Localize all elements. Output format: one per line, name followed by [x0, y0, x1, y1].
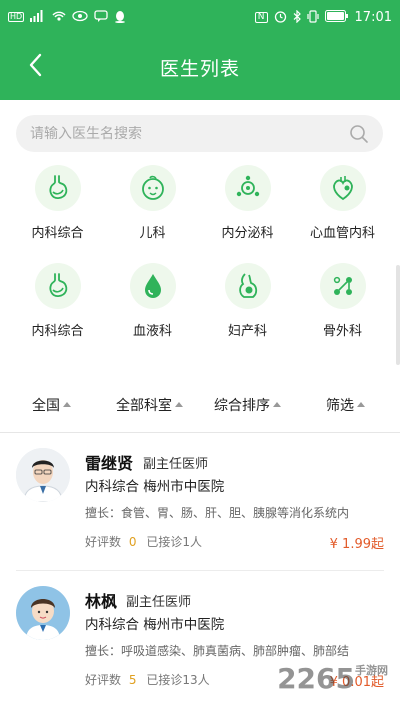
- sort-triangle-icon: [63, 401, 71, 407]
- consult-count: 已接诊1人: [146, 535, 202, 549]
- department-item[interactable]: 骨外科: [295, 263, 390, 339]
- pregnancy-icon: [224, 263, 271, 309]
- sort-triangle-icon: [273, 401, 281, 407]
- department-label: 骨外科: [322, 324, 362, 339]
- department-item[interactable]: 内科综合: [10, 263, 105, 339]
- doctor-name: 雷继贤: [85, 454, 134, 473]
- doctor-hospital: 内科综合 梅州市中医院: [85, 479, 225, 495]
- wifi-hotspot-icon: [52, 10, 66, 24]
- stomach-icon: [34, 263, 81, 309]
- scroll-indicator[interactable]: [396, 265, 400, 365]
- consult-count: 已接诊13人: [146, 673, 210, 687]
- filter-bar: 全国 全部科室 综合排序 筛选: [0, 390, 400, 420]
- doctor-stats: 好评数 0 已接诊1人: [85, 533, 202, 550]
- blood-drop-icon: [129, 263, 176, 309]
- alarm-icon: [274, 10, 287, 25]
- doctor-title: 副主任医师: [126, 595, 192, 610]
- status-left-icons: HD: [8, 10, 126, 25]
- eye-icon: [72, 10, 88, 24]
- nav-bar: 医生列表: [0, 34, 400, 100]
- bone-icon: [319, 263, 366, 309]
- doctor-card[interactable]: 雷继贤 副主任医师 内科综合 梅州市中医院 擅长：食管、胃、肠、肝、胆、胰腺等消…: [0, 445, 400, 570]
- back-button[interactable]: [22, 50, 52, 80]
- signal-4g-icon: [30, 10, 46, 24]
- department-label: 血液科: [132, 324, 172, 339]
- rating-label: 好评数: [85, 535, 122, 549]
- filter-label: 筛选: [326, 398, 354, 414]
- department-item[interactable]: 心血管内科: [295, 165, 390, 241]
- row-divider: [16, 570, 384, 571]
- filter-screen[interactable]: 筛选: [326, 395, 365, 415]
- nfc-icon: N: [254, 11, 268, 23]
- department-label: 妇产科: [227, 324, 267, 339]
- doctor-avatar: [16, 586, 70, 640]
- department-label: 内分泌科: [221, 226, 274, 241]
- department-item[interactable]: 妇产科: [200, 263, 295, 339]
- department-label: 内科综合: [31, 226, 84, 241]
- battery-icon: [324, 10, 349, 24]
- status-bar: HD N 17:01: [0, 0, 400, 34]
- baby-icon: [129, 165, 176, 211]
- department-label: 内科综合: [31, 324, 84, 339]
- search-icon[interactable]: [349, 124, 369, 148]
- doctor-specialty: 擅长：食管、胃、肠、肝、胆、胰腺等消化系统内: [85, 506, 350, 520]
- department-item[interactable]: 血液科: [105, 263, 200, 339]
- doctor-price: ¥ 1.99起: [329, 537, 384, 552]
- department-item[interactable]: 内分泌科: [200, 165, 295, 241]
- rating-count: 5: [128, 673, 137, 687]
- stomach-icon: [34, 165, 81, 211]
- filter-department[interactable]: 全部科室: [116, 395, 183, 415]
- department-grid: 内科综合 儿科 内分泌科 心血管内科 内科综合 血液科 妇产科 骨外科: [10, 165, 390, 339]
- sort-triangle-icon: [357, 401, 365, 407]
- filter-region[interactable]: 全国: [32, 395, 71, 415]
- back-arrow-icon: [29, 53, 42, 77]
- department-label: 儿科: [139, 226, 166, 241]
- department-item[interactable]: 儿科: [105, 165, 200, 241]
- page-title: 医生列表: [159, 57, 240, 80]
- vibrate-icon: [306, 9, 319, 25]
- search-input[interactable]: [30, 125, 340, 142]
- department-item[interactable]: 内科综合: [10, 165, 105, 241]
- rating-label: 好评数: [85, 673, 122, 687]
- doctor-title: 副主任医师: [143, 457, 209, 472]
- doctor-name: 林枫: [85, 592, 118, 611]
- watermark-sub: 手游网: [355, 664, 388, 677]
- doctor-avatar: [16, 448, 70, 502]
- search-bar[interactable]: [16, 115, 383, 152]
- endocrine-icon: [224, 165, 271, 211]
- doctor-stats: 好评数 5 已接诊13人: [85, 671, 210, 688]
- watermark-logo: 2265手游网: [277, 662, 388, 695]
- chat-icon: [94, 10, 108, 24]
- status-time: 17:01: [354, 9, 392, 25]
- qq-icon: [114, 10, 126, 25]
- status-right-icons: N 17:01: [254, 9, 392, 25]
- hd-icon: HD: [8, 12, 25, 22]
- heart-icon: [319, 165, 366, 211]
- rating-count: 0: [128, 535, 137, 549]
- filter-sort[interactable]: 综合排序: [214, 395, 281, 415]
- department-label: 心血管内科: [309, 226, 375, 241]
- doctor-specialty: 擅长：呼吸道感染、肺真菌病、肺部肿瘤、肺部结: [85, 644, 350, 658]
- doctor-hospital: 内科综合 梅州市中医院: [85, 617, 225, 633]
- filter-label: 综合排序: [214, 398, 270, 414]
- divider: [0, 432, 400, 433]
- filter-label: 全部科室: [116, 398, 172, 414]
- filter-label: 全国: [32, 398, 60, 414]
- bluetooth-icon: [293, 9, 301, 25]
- watermark-text: 2265: [277, 662, 355, 695]
- sort-triangle-icon: [175, 401, 183, 407]
